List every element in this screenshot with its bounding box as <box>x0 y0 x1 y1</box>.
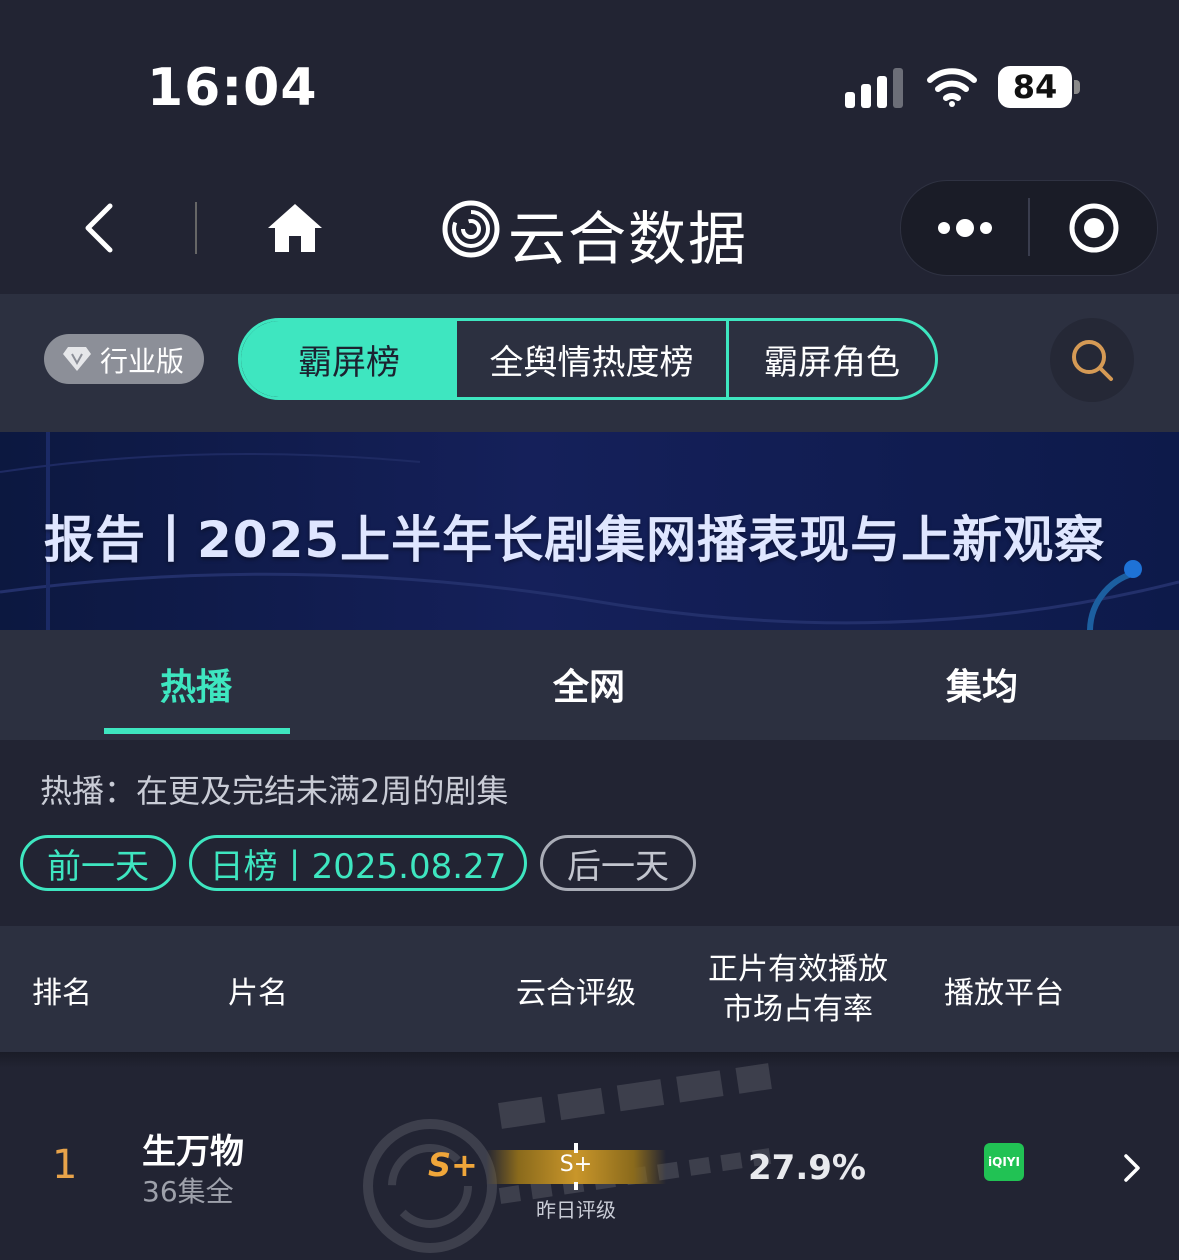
logo-icon <box>442 200 500 258</box>
previous-grade-caption: 昨日评级 <box>536 1198 616 1222</box>
row-market-share: 27.9% <box>748 1148 866 1188</box>
status-time: 16:04 <box>147 58 318 118</box>
date-picker-button[interactable]: 日榜丨2025.08.27 <box>189 835 527 891</box>
row-rank: 1 <box>52 1142 78 1188</box>
banner-title: 报告丨2025上半年长剧集网播表现与上新观察 <box>44 511 1106 569</box>
tab-hot-broadcast[interactable]: 热播 <box>160 658 232 710</box>
battery-level: 84 <box>1012 68 1058 106</box>
active-tab-underline <box>104 728 290 734</box>
record-icon[interactable] <box>1068 202 1120 254</box>
category-description: 热播：在更及完结未满2周的剧集 <box>40 772 509 810</box>
header-market-share-line2: 市场占有率 <box>723 992 873 1027</box>
tab-episode-average[interactable]: 集均 <box>946 658 1018 710</box>
row-grade: S+ <box>428 1146 478 1184</box>
back-icon[interactable] <box>78 200 122 256</box>
header-grade: 云合评级 <box>516 976 636 1011</box>
battery-cap <box>1074 80 1080 94</box>
tab-public-opinion-heat[interactable]: 全舆情热度榜 <box>457 321 729 397</box>
chevron-right-icon[interactable] <box>1122 1152 1142 1184</box>
next-day-button[interactable]: 后一天 <box>540 835 696 891</box>
nav-divider <box>195 202 197 254</box>
header-market-share-line1: 正片有效播放 <box>708 952 888 987</box>
wifi-icon <box>927 68 977 107</box>
row-title: 生万物 <box>142 1132 244 1172</box>
search-icon <box>1072 340 1113 381</box>
platform-iqiyi-icon: iQIYI <box>984 1143 1024 1181</box>
row-episodes: 36集全 <box>142 1175 234 1208</box>
app-title: 云合数据 <box>508 205 749 273</box>
signal-icon <box>845 68 903 108</box>
header-title: 片名 <box>228 976 288 1011</box>
previous-grade-value: S+ <box>559 1152 593 1177</box>
home-icon[interactable] <box>266 202 324 254</box>
header-rank: 排名 <box>32 976 92 1011</box>
capsule-divider <box>1028 198 1030 256</box>
industry-version-label: 行业版 <box>100 345 185 378</box>
tab-dominant-screen[interactable]: 霸屏榜 <box>241 321 457 397</box>
grade-marker-bottom <box>574 1182 578 1190</box>
header-platform: 播放平台 <box>944 976 1064 1011</box>
header-market-share: 正片有效播放 市场占有率 <box>700 950 896 1030</box>
grade-marker-top <box>574 1143 578 1153</box>
diamond-icon <box>63 347 91 371</box>
previous-day-button[interactable]: 前一天 <box>20 835 176 891</box>
more-icon[interactable] <box>936 216 994 240</box>
tab-dominant-roles[interactable]: 霸屏角色 <box>729 321 935 397</box>
tab-whole-network[interactable]: 全网 <box>553 658 625 710</box>
ranking-segmented-control: 霸屏榜 全舆情热度榜 霸屏角色 <box>238 318 938 400</box>
